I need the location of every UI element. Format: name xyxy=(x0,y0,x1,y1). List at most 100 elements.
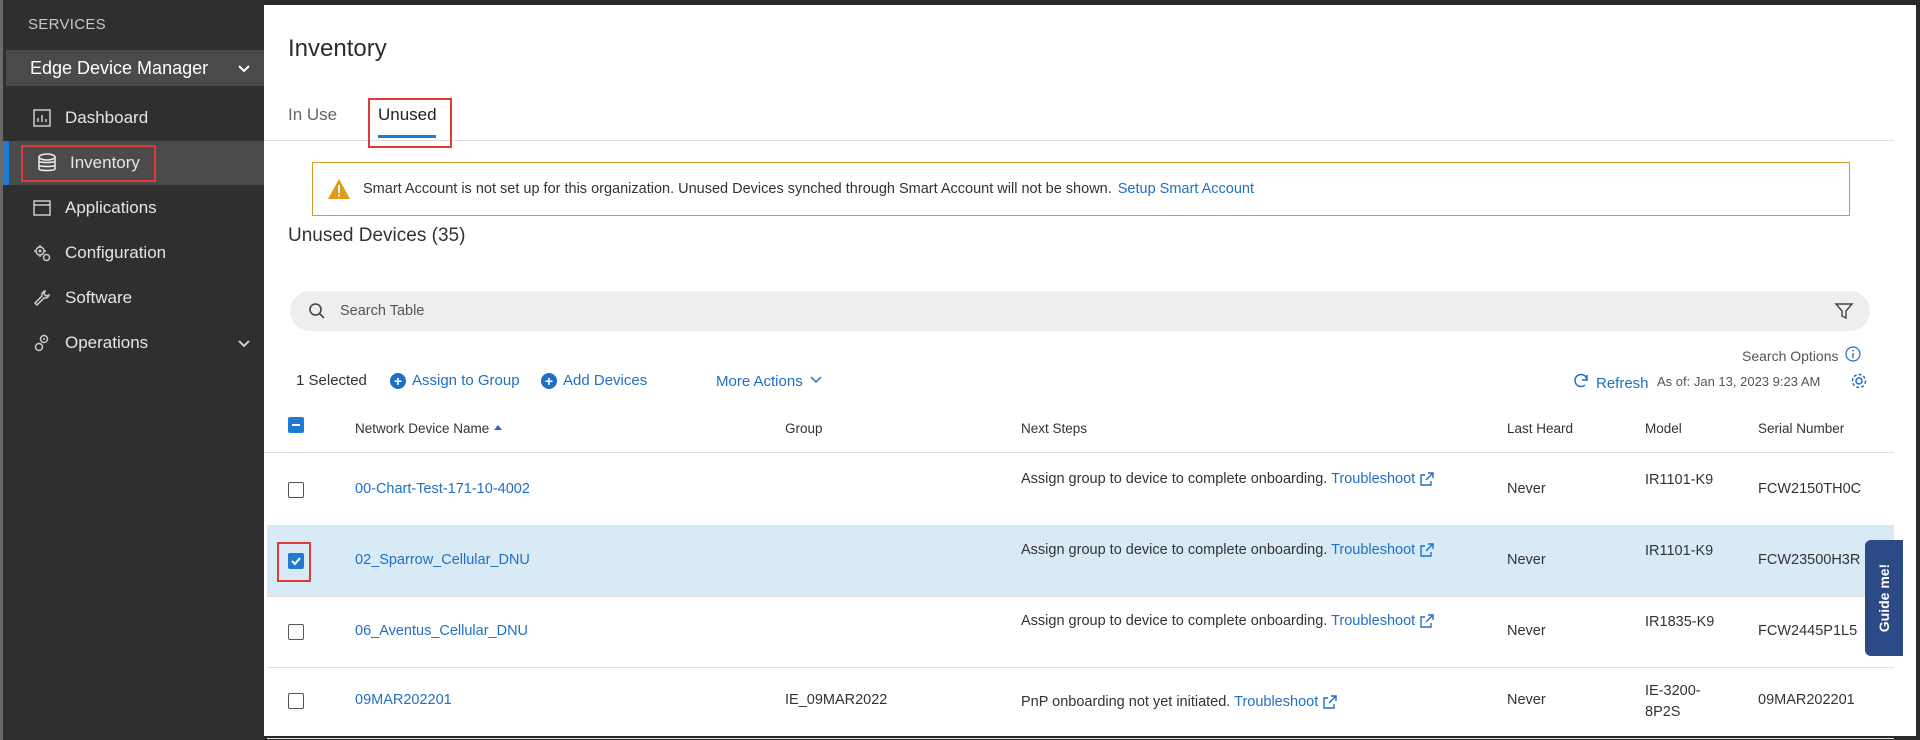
next-steps-text: PnP onboarding not yet initiated. xyxy=(1021,694,1231,710)
table-row[interactable]: 00-Chart-Test-171-10-4002 Assign group t… xyxy=(267,455,1894,526)
as-of-timestamp: As of: Jan 13, 2023 9:23 AM xyxy=(1657,374,1821,389)
column-header-model[interactable]: Model xyxy=(1645,421,1682,436)
device-name-link[interactable]: 00-Chart-Test-171-10-4002 xyxy=(355,481,530,497)
troubleshoot-link[interactable]: Troubleshoot xyxy=(1331,542,1415,558)
search-options[interactable]: Search Options xyxy=(1742,346,1861,365)
last-heard-cell: Never xyxy=(1507,481,1546,497)
guide-me-label: Guide me! xyxy=(1876,563,1892,633)
external-link-icon[interactable] xyxy=(1419,471,1435,487)
serial-cell: FCW2150TH0C xyxy=(1758,481,1862,497)
tab-in-use[interactable]: In Use xyxy=(288,105,337,125)
window-icon xyxy=(31,197,53,219)
highlight-selected-checkbox xyxy=(277,542,311,582)
add-devices-button[interactable]: + Add Devices xyxy=(541,372,647,389)
sidebar-item-label: Software xyxy=(65,288,133,307)
row-checkbox[interactable] xyxy=(288,624,304,640)
column-header-name[interactable]: Network Device Name xyxy=(355,421,503,436)
plus-circle-icon: + xyxy=(541,372,557,389)
troubleshoot-link[interactable]: Troubleshoot xyxy=(1331,471,1415,487)
next-steps-cell: Assign group to device to complete onboa… xyxy=(1021,610,1491,632)
search-input[interactable] xyxy=(340,303,1740,319)
edge-device-manager-dropdown[interactable]: Edge Device Manager xyxy=(6,50,264,86)
wrench-icon xyxy=(31,287,53,309)
table-row[interactable]: 09MAR202201 IE_09MAR2022 PnP onboarding … xyxy=(267,668,1894,739)
dashboard-icon xyxy=(31,107,53,129)
plus-circle-icon: + xyxy=(390,372,406,389)
sort-ascending-icon xyxy=(493,421,503,436)
setup-smart-account-link[interactable]: Setup Smart Account xyxy=(1118,181,1254,197)
sidebar-item-label: Operations xyxy=(65,333,149,352)
sidebar-item-applications[interactable]: Applications xyxy=(3,186,264,230)
column-header-serial[interactable]: Serial Number xyxy=(1758,421,1844,436)
column-header-next-steps[interactable]: Next Steps xyxy=(1021,421,1087,436)
troubleshoot-link[interactable]: Troubleshoot xyxy=(1331,613,1415,629)
settings-gear-icon[interactable] xyxy=(1850,372,1868,390)
refresh-icon xyxy=(1572,372,1590,394)
guide-me-button[interactable]: Guide me! xyxy=(1865,540,1903,656)
serial-cell: FCW23500H3R xyxy=(1758,552,1861,568)
section-title: Edge Device Manager xyxy=(30,57,209,78)
last-heard-cell: Never xyxy=(1507,692,1546,708)
sidebar-item-label: Dashboard xyxy=(65,108,149,127)
device-name-link[interactable]: 06_Aventus_Cellular_DNU xyxy=(355,623,528,639)
column-header-last-heard[interactable]: Last Heard xyxy=(1507,421,1573,436)
serial-cell: FCW2445P1L5 xyxy=(1758,623,1858,639)
refresh-label: Refresh xyxy=(1596,374,1649,392)
device-name-link[interactable]: 09MAR202201 xyxy=(355,692,452,708)
more-actions-label: More Actions xyxy=(716,372,803,390)
more-actions-dropdown[interactable]: More Actions xyxy=(716,372,823,390)
info-icon xyxy=(1844,346,1861,365)
chevron-down-icon xyxy=(236,335,252,356)
add-devices-label: Add Devices xyxy=(563,372,648,389)
row-checkbox[interactable] xyxy=(288,482,304,498)
table-header: Network Device Name Group Next Steps Las… xyxy=(264,409,1894,453)
sidebar-item-operations[interactable]: Operations xyxy=(3,321,264,365)
services-label: SERVICES xyxy=(28,16,106,33)
external-link-icon[interactable] xyxy=(1419,542,1435,558)
next-steps-text: Assign group to device to complete onboa… xyxy=(1021,471,1328,487)
sidebar-item-configuration[interactable]: Configuration xyxy=(3,231,264,275)
row-checkbox[interactable] xyxy=(288,693,304,709)
tab-bar: In Use Unused xyxy=(264,95,1894,141)
sidebar-item-label: Applications xyxy=(65,198,157,217)
highlight-inventory xyxy=(21,145,156,182)
last-heard-cell: Never xyxy=(1507,623,1546,639)
selected-count: 1 Selected xyxy=(296,372,367,389)
assign-to-group-label: Assign to Group xyxy=(412,372,520,389)
table-row[interactable]: 06_Aventus_Cellular_DNU Assign group to … xyxy=(267,597,1894,668)
operations-icon xyxy=(31,332,53,354)
assign-to-group-button[interactable]: + Assign to Group xyxy=(390,372,520,389)
device-name-link[interactable]: 02_Sparrow_Cellular_DNU xyxy=(355,552,530,568)
external-link-icon[interactable] xyxy=(1322,694,1338,710)
chevron-down-icon xyxy=(236,60,252,81)
smart-account-alert: Smart Account is not set up for this org… xyxy=(312,162,1850,216)
model-cell: IR1101-K9 xyxy=(1645,543,1714,559)
table-row[interactable]: 02_Sparrow_Cellular_DNU Assign group to … xyxy=(267,526,1894,597)
table-toolbar: 1 Selected + Assign to Group + Add Devic… xyxy=(264,369,1894,393)
highlight-unused-tab xyxy=(368,98,452,148)
section-title: Unused Devices (35) xyxy=(288,225,466,246)
sidebar-item-dashboard[interactable]: Dashboard xyxy=(3,96,264,140)
filter-icon[interactable] xyxy=(1834,301,1854,321)
search-bar xyxy=(290,291,1870,331)
main-content: Inventory In Use Unused Smart Account is… xyxy=(264,0,1920,740)
refresh-button[interactable]: Refresh xyxy=(1572,372,1649,394)
serial-cell: 09MAR202201 xyxy=(1758,692,1855,708)
column-header-label: Network Device Name xyxy=(355,421,490,436)
external-link-icon[interactable] xyxy=(1419,613,1435,629)
search-options-label: Search Options xyxy=(1742,347,1839,364)
sidebar-item-software[interactable]: Software xyxy=(3,276,264,320)
select-all-checkbox[interactable] xyxy=(288,417,304,433)
model-cell: IR1101-K9 xyxy=(1645,472,1714,488)
next-steps-cell: PnP onboarding not yet initiated. Troubl… xyxy=(1021,691,1491,713)
chevron-down-icon xyxy=(809,372,823,390)
group-cell: IE_09MAR2022 xyxy=(785,692,888,708)
next-steps-cell: Assign group to device to complete onboa… xyxy=(1021,468,1491,490)
column-header-group[interactable]: Group xyxy=(785,421,823,436)
warning-icon xyxy=(327,178,351,200)
search-icon xyxy=(308,302,326,320)
troubleshoot-link[interactable]: Troubleshoot xyxy=(1234,694,1318,710)
page-title: Inventory xyxy=(288,35,387,62)
alert-message: Smart Account is not set up for this org… xyxy=(363,181,1112,197)
next-steps-cell: Assign group to device to complete onboa… xyxy=(1021,539,1491,561)
